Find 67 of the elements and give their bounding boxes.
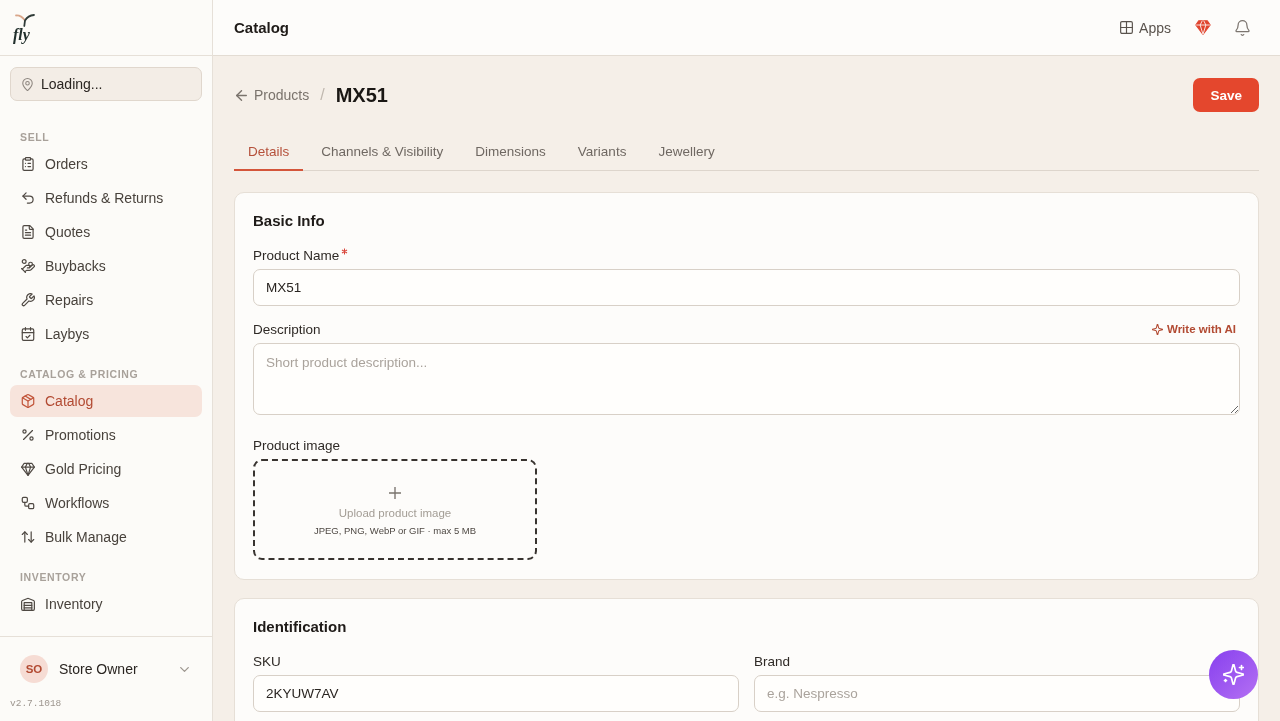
text-input[interactable]: e.g. Nespresso	[754, 675, 1240, 712]
sparkle-icon	[1152, 323, 1163, 335]
sidebar-item[interactable]: Inventory	[10, 588, 202, 620]
nav-section-title: CATALOG & PRICING	[20, 368, 140, 380]
clipboard-icon	[21, 157, 35, 171]
document-icon	[21, 225, 35, 239]
gem-icon	[21, 462, 35, 476]
tab[interactable]: Dimensions	[461, 133, 560, 171]
breadcrumb-separator: /	[320, 86, 325, 104]
tab[interactable]: Channels & Visibility	[307, 133, 458, 171]
plus-icon	[389, 487, 401, 499]
undo-arrow-icon	[21, 191, 35, 205]
tab[interactable]: Details	[234, 133, 304, 171]
field-label: Brand	[754, 653, 791, 669]
hand-coins-icon	[21, 259, 35, 273]
nav-section-title: INVENTORY	[20, 571, 88, 583]
sidebar-item[interactable]: Bulk Manage	[10, 521, 202, 553]
upload-prompt: Upload product image	[338, 507, 452, 519]
sidebar-item[interactable]: Buybacks	[10, 250, 202, 282]
text-input[interactable]: 2KYUW7AV	[253, 675, 739, 712]
arrows-up-down-icon	[21, 530, 35, 544]
package-icon	[21, 394, 35, 408]
nav-section-title: SELL	[20, 131, 51, 143]
field-label: Product image	[253, 437, 341, 453]
gem-icon[interactable]	[1195, 20, 1211, 35]
workflow-icon	[21, 496, 35, 510]
map-pin-icon	[22, 77, 33, 91]
percent-icon	[21, 428, 35, 442]
bell-icon[interactable]	[1235, 19, 1250, 36]
sidebar-item[interactable]: Orders	[10, 148, 202, 180]
version-label: v2.7.1018	[10, 698, 62, 710]
back-link[interactable]: Products	[234, 87, 310, 103]
header-title: Catalog	[234, 19, 289, 36]
field-label: Product Name	[253, 247, 340, 263]
sidebar-item[interactable]: Catalog	[10, 385, 202, 417]
grid-icon	[1120, 21, 1134, 34]
card-title: Basic Info	[253, 211, 326, 231]
user-name: Store Owner	[59, 661, 138, 677]
warehouse-icon	[21, 597, 35, 611]
field-label: SKU	[253, 653, 281, 669]
calendar-check-icon	[21, 327, 35, 341]
sidebar-item[interactable]: Repairs	[10, 284, 202, 316]
card-title: Identification	[253, 617, 348, 637]
sidebar-item[interactable]: Quotes	[10, 216, 202, 248]
wrench-icon	[21, 293, 35, 307]
text-input[interactable]: MX51	[253, 269, 1240, 306]
write-with-ai-link[interactable]: Write with AI	[1152, 323, 1240, 335]
wing-logo-icon	[15, 13, 35, 27]
save-button[interactable]: Save	[1193, 78, 1259, 112]
field-label: Description	[253, 321, 321, 337]
description-textarea[interactable]: Short product description...	[253, 343, 1240, 415]
page-title: MX51	[335, 83, 388, 107]
tab[interactable]: Jewellery	[644, 133, 729, 171]
image-upload-dropzone[interactable]: Upload product image JPEG, PNG, WebP or GIF · max 5 MB	[253, 459, 537, 560]
sidebar-item[interactable]: Promotions	[10, 419, 202, 451]
logo-text: fly	[13, 26, 30, 42]
sidebar-item[interactable]: Laybys	[10, 318, 202, 350]
sidebar-item[interactable]: Workflows	[10, 487, 202, 519]
apps-button[interactable]: Apps	[1120, 19, 1171, 36]
tab[interactable]: Variants	[563, 133, 641, 171]
location-selector[interactable]: Loading...	[10, 67, 202, 101]
chevron-down-icon[interactable]	[180, 666, 189, 672]
sidebar-item[interactable]: Gold Pricing	[10, 453, 202, 485]
user-avatar: SO	[20, 655, 48, 683]
sidebar-item[interactable]: Refunds & Returns	[10, 182, 202, 214]
upload-hint: JPEG, PNG, WebP or GIF · max 5 MB	[313, 525, 477, 536]
sparkles-icon	[1223, 664, 1244, 685]
